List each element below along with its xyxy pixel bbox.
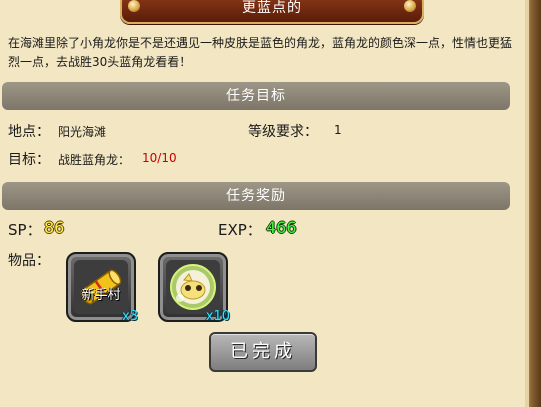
title-ornament-right-icon: [404, 0, 416, 12]
objective-section-header: 任务目标: [2, 82, 510, 110]
level-requirement-value: 1: [334, 123, 342, 137]
location-label: 地点：: [8, 124, 50, 140]
reward-item-slot[interactable]: 新手村 x3: [66, 252, 138, 324]
exp-value: 466: [266, 218, 297, 237]
sp-value: 86: [44, 218, 65, 237]
reward-item-count: x3: [122, 309, 138, 324]
sp-label: SP：: [8, 221, 42, 239]
reward-section-header: 任务奖励: [2, 182, 510, 210]
reward-item-count: x10: [205, 309, 230, 324]
target-progress: 10/10: [142, 151, 177, 165]
location-value: 阳光海滩: [58, 125, 107, 139]
quest-title-tab: 更蓝点的: [120, 0, 424, 24]
items-label: 物品：: [8, 253, 50, 269]
dragon-orb-icon: [166, 260, 220, 314]
level-requirement-label: 等级要求：: [248, 124, 318, 140]
reward-item-slot[interactable]: x10: [158, 252, 230, 324]
target-text: 战胜蓝角龙：: [58, 153, 131, 167]
target-label: 目标：: [8, 152, 50, 168]
quest-title: 更蓝点的: [242, 0, 302, 16]
reward-item-name: 新手村: [81, 288, 121, 303]
complete-button[interactable]: 已完成: [209, 332, 317, 372]
frame-right-edge: [525, 0, 541, 407]
quest-description: 在海滩里除了小角龙你是不是还遇见一种皮肤是蓝色的角龙，蓝角龙的颜色深一点，性情也…: [8, 36, 513, 69]
exp-label: EXP：: [218, 221, 262, 239]
